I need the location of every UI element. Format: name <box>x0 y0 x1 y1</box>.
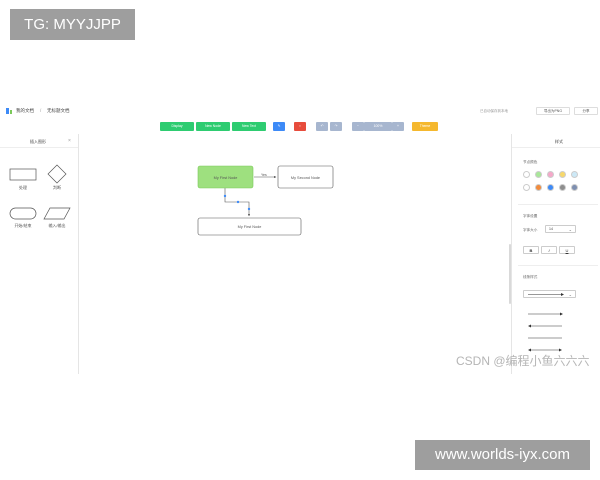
undo-button[interactable]: ↶ <box>316 122 328 131</box>
color-swatch[interactable] <box>547 171 554 178</box>
trash-icon: ▪ <box>299 124 301 128</box>
flow-node-first[interactable]: My First Node <box>197 165 254 189</box>
line-style-label: 线条样式 <box>523 275 538 279</box>
breadcrumb-document-title[interactable]: 无标题文档 <box>47 108 70 114</box>
italic-button[interactable]: I <box>541 246 557 254</box>
shape-label-start-end: 开始/结束 <box>14 223 32 228</box>
text-format-group: B I U <box>523 246 583 254</box>
style-panel: 样式 节点颜色 字体设置 字体大小 14 ⌄ B I U 线条样式 ⌄ <box>511 134 600 374</box>
csdn-watermark: CSDN @编程小鱼六六六 <box>456 354 590 368</box>
parallelogram-shape-icon[interactable] <box>43 207 71 221</box>
export-png-button[interactable]: 导出为PNG <box>536 107 570 115</box>
color-swatch[interactable] <box>523 184 530 191</box>
font-size-value: 14 <box>549 227 553 231</box>
pencil-icon: ✎ <box>277 124 281 128</box>
shape-label-input-output: 输入/输出 <box>48 223 66 228</box>
tg-badge: TG: MYYJJPP <box>10 9 135 40</box>
flow-node-third[interactable]: My First Node <box>197 217 302 236</box>
display-label: Display <box>171 124 183 128</box>
color-swatch[interactable] <box>559 171 566 178</box>
color-swatch[interactable] <box>523 171 530 178</box>
theme-label: Theme <box>419 124 431 128</box>
edge-handle[interactable] <box>247 207 251 211</box>
font-settings-label: 字体设置 <box>523 214 538 218</box>
zoom-in-button[interactable]: + <box>392 122 404 131</box>
line-option-arrow-right[interactable] <box>528 312 563 316</box>
toolbar: Display New Node New Text ✎ ▪ ↶ ↷ − 100%… <box>0 120 600 132</box>
zoom-value: 100% <box>373 124 383 128</box>
zoom-level[interactable]: 100% <box>364 122 392 131</box>
node-label: My First Node <box>238 225 262 229</box>
diamond-shape-icon[interactable] <box>47 164 67 184</box>
site-badge: www.worlds-iyx.com <box>415 440 590 470</box>
color-swatch[interactable] <box>535 184 542 191</box>
flow-node-second[interactable]: My Second Node <box>277 165 334 189</box>
new-node-label: New Node <box>205 124 221 128</box>
font-size-select[interactable]: 14 ⌄ <box>545 225 576 233</box>
flowchart-editor-app: 我的文档 / 无标题文档 已自动保存到本地 导出为PNG 分享 Display … <box>0 104 600 374</box>
top-bar: 我的文档 / 无标题文档 已自动保存到本地 导出为PNG 分享 <box>0 104 600 118</box>
underline-button[interactable]: U <box>559 246 575 254</box>
app-logo-icon[interactable] <box>6 108 12 114</box>
new-text-label: New Text <box>242 124 256 128</box>
terminator-shape-icon[interactable] <box>9 207 37 221</box>
node-label: My First Node <box>214 176 238 180</box>
chevron-down-icon: ⌄ <box>568 227 572 232</box>
line-preview <box>528 293 564 296</box>
shape-library-panel: 插入图形 × 处理 判断 开始/结束 输入/输出 <box>0 134 79 374</box>
autosave-status: 已自动保存到本地 <box>480 109 508 113</box>
style-panel-title: 样式 <box>555 139 563 144</box>
new-node-button[interactable]: New Node <box>196 122 230 131</box>
edge-handle[interactable] <box>223 194 227 198</box>
shape-label-process: 处理 <box>19 185 27 190</box>
divider <box>518 204 598 205</box>
line-style-select[interactable]: ⌄ <box>523 290 576 298</box>
rect-shape-icon[interactable] <box>9 168 37 182</box>
bold-button[interactable]: B <box>523 246 539 254</box>
color-swatch[interactable] <box>571 171 578 178</box>
close-icon[interactable]: × <box>68 138 71 144</box>
color-swatch[interactable] <box>571 184 578 191</box>
line-option-arrow-left[interactable] <box>528 324 562 328</box>
breadcrumb-home[interactable]: 我的文档 <box>16 108 34 114</box>
color-swatch[interactable] <box>559 184 566 191</box>
theme-button[interactable]: Theme <box>412 122 438 131</box>
node-color-label: 节点颜色 <box>523 160 538 164</box>
edge-handle[interactable] <box>236 200 240 204</box>
flowchart-svg: Yes My First Node My Second Node My Firs… <box>197 165 334 236</box>
zoom-out-button[interactable]: − <box>352 122 364 131</box>
redo-button[interactable]: ↷ <box>330 122 342 131</box>
redo-icon: ↷ <box>334 124 338 128</box>
share-button[interactable]: 分享 <box>574 107 598 115</box>
chevron-down-icon: ⌄ <box>568 292 572 297</box>
color-swatch[interactable] <box>547 184 554 191</box>
node-label: My Second Node <box>291 176 320 180</box>
delete-button[interactable]: ▪ <box>294 122 306 131</box>
style-panel-header: 样式 <box>512 134 600 148</box>
undo-icon: ↶ <box>320 124 324 128</box>
flowchart-canvas[interactable]: Yes My First Node My Second Node My Firs… <box>79 134 511 374</box>
shape-label-decision: 判断 <box>53 185 61 190</box>
edit-button[interactable]: ✎ <box>273 122 285 131</box>
color-swatch[interactable] <box>535 171 542 178</box>
divider <box>518 265 598 266</box>
page: TG: MYYJJPP 我的文档 / 无标题文档 已自动保存到本地 导出为PNG… <box>0 0 600 480</box>
minus-icon: − <box>357 124 359 128</box>
breadcrumb-separator: / <box>40 108 42 113</box>
new-text-button[interactable]: New Text <box>232 122 266 131</box>
display-button[interactable]: Display <box>160 122 194 131</box>
edge-label: Yes <box>261 173 267 177</box>
shape-library-title: 插入图形 <box>30 139 46 144</box>
shape-library-header: 插入图形 × <box>0 134 78 148</box>
plus-icon: + <box>397 124 399 128</box>
font-size-label: 字体大小 <box>523 228 538 232</box>
